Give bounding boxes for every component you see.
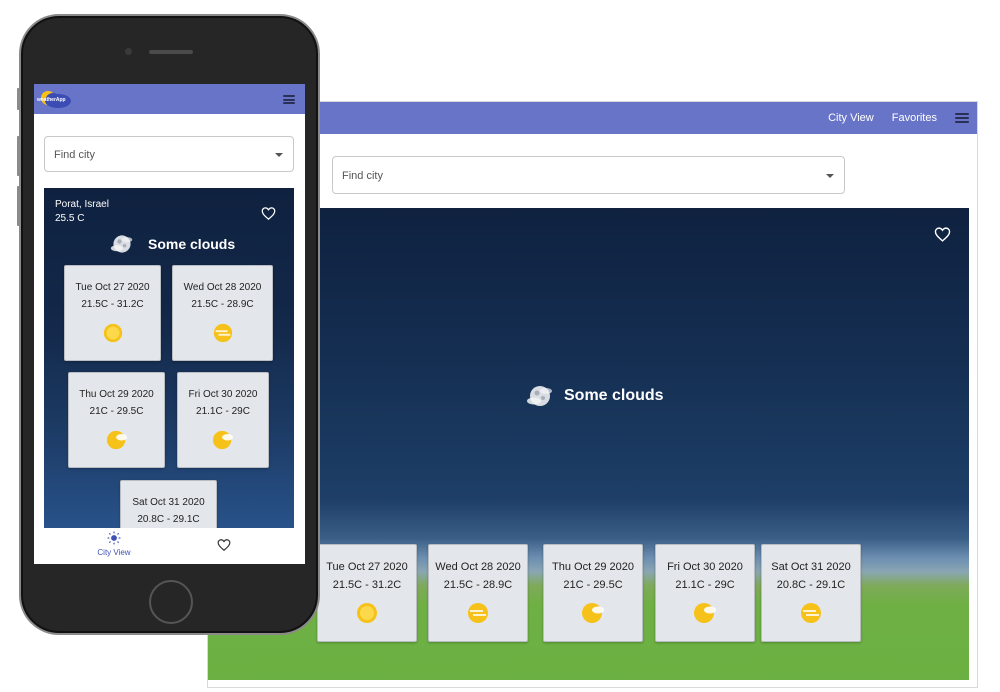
favorite-heart-icon[interactable] xyxy=(261,206,276,221)
nav-favorites-link[interactable]: Favorites xyxy=(892,112,937,124)
hazy-sun-icon xyxy=(213,323,232,343)
condition-text: Some clouds xyxy=(564,387,664,404)
phone-frame: weatherApp Find city Porat, Israel 25.5 … xyxy=(17,14,320,635)
forecast-date: Fri Oct 30 2020 xyxy=(667,561,743,573)
forecast-date: Tue Oct 27 2020 xyxy=(326,561,408,573)
forecast-range: 21C - 29.5C xyxy=(89,406,144,417)
forecast-date: Tue Oct 27 2020 xyxy=(75,282,150,293)
sun-icon xyxy=(103,323,122,343)
mobile-weather-panel: Porat, Israel 25.5 C Some clouds Tue Oct… xyxy=(44,188,294,528)
current-temperature: 25.5 C xyxy=(55,213,85,224)
mobile-app-bar: weatherApp xyxy=(34,84,305,114)
partly-cloudy-icon xyxy=(694,603,716,623)
forecast-date: Sat Oct 31 2020 xyxy=(132,497,205,508)
phone-home-button xyxy=(149,580,193,624)
forecast-date: Wed Oct 28 2020 xyxy=(183,282,262,293)
sun-icon xyxy=(107,531,121,545)
desktop-browser-view: City View Favorites Find city Some cloud… xyxy=(207,101,978,688)
favorite-heart-icon[interactable] xyxy=(934,226,951,243)
forecast-card[interactable]: Thu Oct 29 2020 21C - 29.5C xyxy=(543,544,643,642)
forecast-date: Fri Oct 30 2020 xyxy=(188,389,258,400)
forecast-date: Thu Oct 29 2020 xyxy=(79,389,154,400)
forecast-range: 21.5C - 28.9C xyxy=(443,579,513,591)
forecast-range: 21C - 29.5C xyxy=(563,579,623,591)
nav-city-view-link[interactable]: City View xyxy=(828,112,874,124)
forecast-card[interactable]: Fri Oct 30 2020 21.1C - 29C xyxy=(177,372,269,468)
current-condition: Some clouds xyxy=(110,232,235,256)
find-city-select[interactable]: Find city xyxy=(44,136,294,172)
forecast-range: 21.1C - 29C xyxy=(196,406,250,417)
condition-text: Some clouds xyxy=(148,236,236,252)
chevron-down-icon[interactable] xyxy=(275,153,283,157)
tab-city-view-label: City View xyxy=(97,548,131,557)
partly-cloudy-icon xyxy=(106,430,127,450)
forecast-row: Tue Oct 27 2020 21.5C - 31.2C Wed Oct 28… xyxy=(317,544,861,642)
weather-panel: Some clouds Tue Oct 27 2020 21.5C - 31.2… xyxy=(208,208,969,680)
app-bar: City View Favorites xyxy=(208,102,977,134)
find-city-select[interactable]: Find city xyxy=(332,156,845,194)
tab-city-view[interactable]: City View xyxy=(54,528,174,564)
logo-text: weatherApp xyxy=(37,97,66,103)
tab-favorites[interactable] xyxy=(184,528,264,564)
phone-mute-switch xyxy=(17,88,20,110)
forecast-card[interactable]: Tue Oct 27 2020 21.5C - 31.2C xyxy=(64,265,161,361)
forecast-date: Thu Oct 29 2020 xyxy=(552,561,634,573)
cloudy-moon-icon xyxy=(110,235,133,253)
forecast-card[interactable]: Fri Oct 30 2020 21.1C - 29C xyxy=(655,544,755,642)
forecast-date: Wed Oct 28 2020 xyxy=(435,561,521,573)
forecast-range: 21.5C - 31.2C xyxy=(81,299,144,310)
sun-icon xyxy=(357,603,377,623)
hazy-sun-icon xyxy=(801,603,821,623)
partly-cloudy-icon xyxy=(212,430,234,450)
forecast-range: 21.5C - 31.2C xyxy=(332,579,402,591)
phone-volume-down xyxy=(17,186,20,226)
forecast-range: 20.8C - 29.1C xyxy=(137,514,200,525)
forecast-date: Sat Oct 31 2020 xyxy=(771,561,851,573)
phone-camera xyxy=(125,48,132,55)
forecast-range: 21.1C - 29C xyxy=(675,579,735,591)
forecast-card[interactable]: Wed Oct 28 2020 21.5C - 28.9C xyxy=(428,544,528,642)
phone-volume-up xyxy=(17,136,20,176)
current-condition: Some clouds xyxy=(526,382,664,410)
bottom-navigation: City View xyxy=(34,528,305,564)
forecast-range: 21.5C - 28.9C xyxy=(191,299,254,310)
forecast-range: 20.8C - 29.1C xyxy=(776,579,846,591)
find-city-placeholder: Find city xyxy=(54,149,95,161)
partly-cloudy-icon xyxy=(582,603,604,623)
hamburger-menu-icon[interactable] xyxy=(955,113,969,123)
forecast-card[interactable]: Sat Oct 31 2020 20.8C - 29.1C xyxy=(761,544,861,642)
phone-screen: weatherApp Find city Porat, Israel 25.5 … xyxy=(34,84,305,564)
forecast-card[interactable]: Wed Oct 28 2020 21.5C - 28.9C xyxy=(172,265,273,361)
hamburger-menu-icon[interactable] xyxy=(283,95,295,104)
hazy-sun-icon xyxy=(468,603,488,623)
cloudy-moon-icon xyxy=(527,386,552,406)
heart-icon xyxy=(217,539,231,552)
find-city-placeholder: Find city xyxy=(342,170,383,182)
forecast-card[interactable]: Tue Oct 27 2020 21.5C - 31.2C xyxy=(317,544,417,642)
city-name: Porat, Israel xyxy=(55,199,109,210)
forecast-card[interactable]: Thu Oct 29 2020 21C - 29.5C xyxy=(68,372,165,468)
top-nav: City View Favorites xyxy=(828,102,977,134)
forecast-card[interactable]: Sat Oct 31 2020 20.8C - 29.1C xyxy=(120,480,217,528)
chevron-down-icon[interactable] xyxy=(826,174,834,178)
phone-speaker xyxy=(149,50,193,54)
